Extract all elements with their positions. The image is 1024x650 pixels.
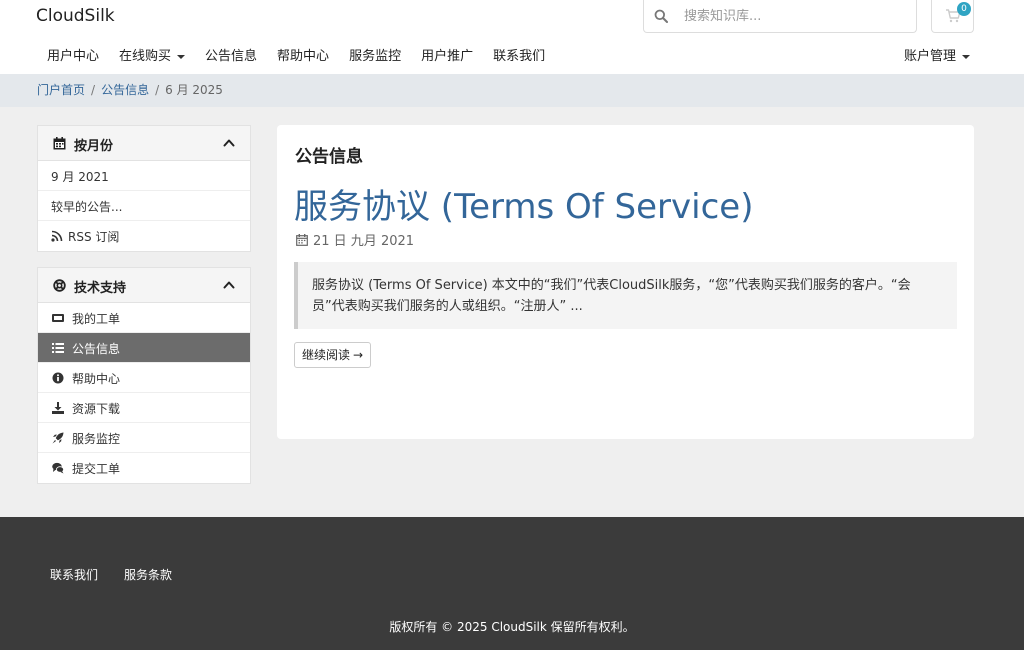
announcement-date: 21 日 九月 2021 — [296, 230, 414, 249]
nav-service-monitor[interactable]: 服务监控 — [339, 46, 411, 68]
older-announcements-label: 较早的公告... — [51, 200, 123, 214]
arrow-right-icon: → — [353, 348, 364, 362]
info-icon — [52, 372, 64, 384]
announcement-date-text: 21 日 九月 2021 — [313, 234, 415, 249]
sidebar-item-service-monitor[interactable]: 服务监控 — [38, 423, 250, 453]
footer-links: 联系我们 服务条款 — [50, 566, 172, 583]
breadcrumb-home[interactable]: 门户首页 — [37, 83, 85, 97]
copyright-text: 版权所有 © 2025 CloudSilk 保留所有权利。 — [389, 620, 635, 634]
top-header: CloudSilk 0 用户中心 在线购买 公告信息 帮助中心 服务监控 用户推… — [0, 0, 1024, 74]
nav-buy-online-label: 在线购买 — [119, 49, 172, 64]
ticket-icon — [52, 314, 64, 322]
comments-icon — [52, 462, 64, 474]
cart-count-badge: 0 — [957, 2, 971, 16]
page-title: 公告信息 — [295, 147, 363, 167]
sidebar-item-submit-ticket[interactable]: 提交工单 — [38, 453, 250, 483]
search-icon — [654, 9, 668, 23]
read-more-label: 继续阅读 — [302, 348, 351, 362]
account-menu[interactable]: 账户管理 — [904, 46, 970, 68]
sidebar-item-my-tickets[interactable]: 我的工单 — [38, 303, 250, 333]
sidebar-item-label: 服务监控 — [72, 432, 121, 446]
sidebar-item-label: 资源下载 — [72, 402, 121, 416]
panel-header[interactable]: 技术支持 — [38, 268, 250, 303]
list-icon — [52, 343, 64, 353]
breadcrumb-separator: / — [155, 83, 160, 97]
sidebar-item-label: 我的工单 — [72, 312, 121, 326]
announcements-card: 公告信息 服务协议 (Terms Of Service) 21 日 九月 202… — [277, 125, 974, 439]
cart-button[interactable]: 0 — [931, 0, 974, 33]
footer: 联系我们 服务条款 版权所有 © 2025 CloudSilk 保留所有权利。 — [0, 517, 1024, 650]
announcement-title-link[interactable]: 服务协议 (Terms Of Service) — [294, 179, 753, 228]
download-icon — [52, 402, 64, 414]
main-nav: 用户中心 在线购买 公告信息 帮助中心 服务监控 用户推广 联系我们 — [37, 46, 555, 68]
panel-support: 技术支持 我的工单 公告信息 帮助中心 资源下载 服务监控 提交工单 — [37, 267, 251, 484]
nav-announcements[interactable]: 公告信息 — [195, 46, 267, 68]
month-item[interactable]: 9 月 2021 — [38, 161, 250, 191]
rss-label: RSS 订阅 — [68, 230, 120, 244]
breadcrumb-announcements[interactable]: 公告信息 — [101, 83, 149, 97]
announcement-excerpt: 服务协议 (Terms Of Service) 本文中的“我们”代表CloudS… — [294, 262, 957, 329]
nav-affiliates[interactable]: 用户推广 — [411, 46, 483, 68]
nav-help-center[interactable]: 帮助中心 — [267, 46, 339, 68]
panel-title: 技术支持 — [74, 281, 127, 296]
panel-title: 按月份 — [74, 139, 114, 154]
footer-link-terms[interactable]: 服务条款 — [124, 566, 172, 583]
breadcrumb-current: 6 月 2025 — [165, 83, 223, 97]
read-more-button[interactable]: 继续阅读 → — [294, 342, 372, 368]
sidebar-item-announcements[interactable]: 公告信息 — [38, 333, 250, 363]
account-menu-label: 账户管理 — [903, 49, 956, 64]
footer-link-contact[interactable]: 联系我们 — [50, 566, 98, 583]
life-ring-icon — [53, 279, 66, 292]
rocket-icon — [52, 432, 64, 444]
breadcrumb-bar: 门户首页 / 公告信息 / 6 月 2025 — [0, 74, 1024, 107]
older-announcements-link[interactable]: 较早的公告... — [38, 191, 250, 221]
month-item-label: 9 月 2021 — [51, 170, 109, 184]
nav-user-center[interactable]: 用户中心 — [37, 46, 109, 68]
sidebar-item-downloads[interactable]: 资源下载 — [38, 393, 250, 423]
rss-feed-link[interactable]: RSS 订阅 — [38, 221, 250, 251]
panel-header[interactable]: 按月份 — [38, 126, 250, 161]
rss-icon — [51, 230, 63, 242]
nav-buy-online[interactable]: 在线购买 — [109, 46, 195, 68]
calendar-icon — [296, 234, 308, 246]
caret-down-icon — [177, 54, 186, 59]
sidebar-item-help-center[interactable]: 帮助中心 — [38, 363, 250, 393]
chevron-up-icon[interactable] — [223, 279, 235, 291]
sidebar-item-label: 帮助中心 — [72, 372, 121, 386]
chevron-up-icon[interactable] — [223, 137, 235, 149]
search-input[interactable] — [684, 6, 904, 26]
sidebar-item-label: 公告信息 — [72, 342, 121, 356]
calendar-icon — [53, 137, 66, 150]
nav-contact[interactable]: 联系我们 — [483, 46, 555, 68]
panel-by-month: 按月份 9 月 2021 较早的公告... RSS 订阅 — [37, 125, 251, 252]
brand-logo[interactable]: CloudSilk — [36, 6, 115, 26]
breadcrumb-separator: / — [91, 83, 96, 97]
sidebar-item-label: 提交工单 — [72, 462, 121, 476]
caret-down-icon — [962, 54, 970, 59]
breadcrumb: 门户首页 / 公告信息 / 6 月 2025 — [37, 82, 223, 99]
knowledgebase-search[interactable] — [643, 0, 917, 33]
